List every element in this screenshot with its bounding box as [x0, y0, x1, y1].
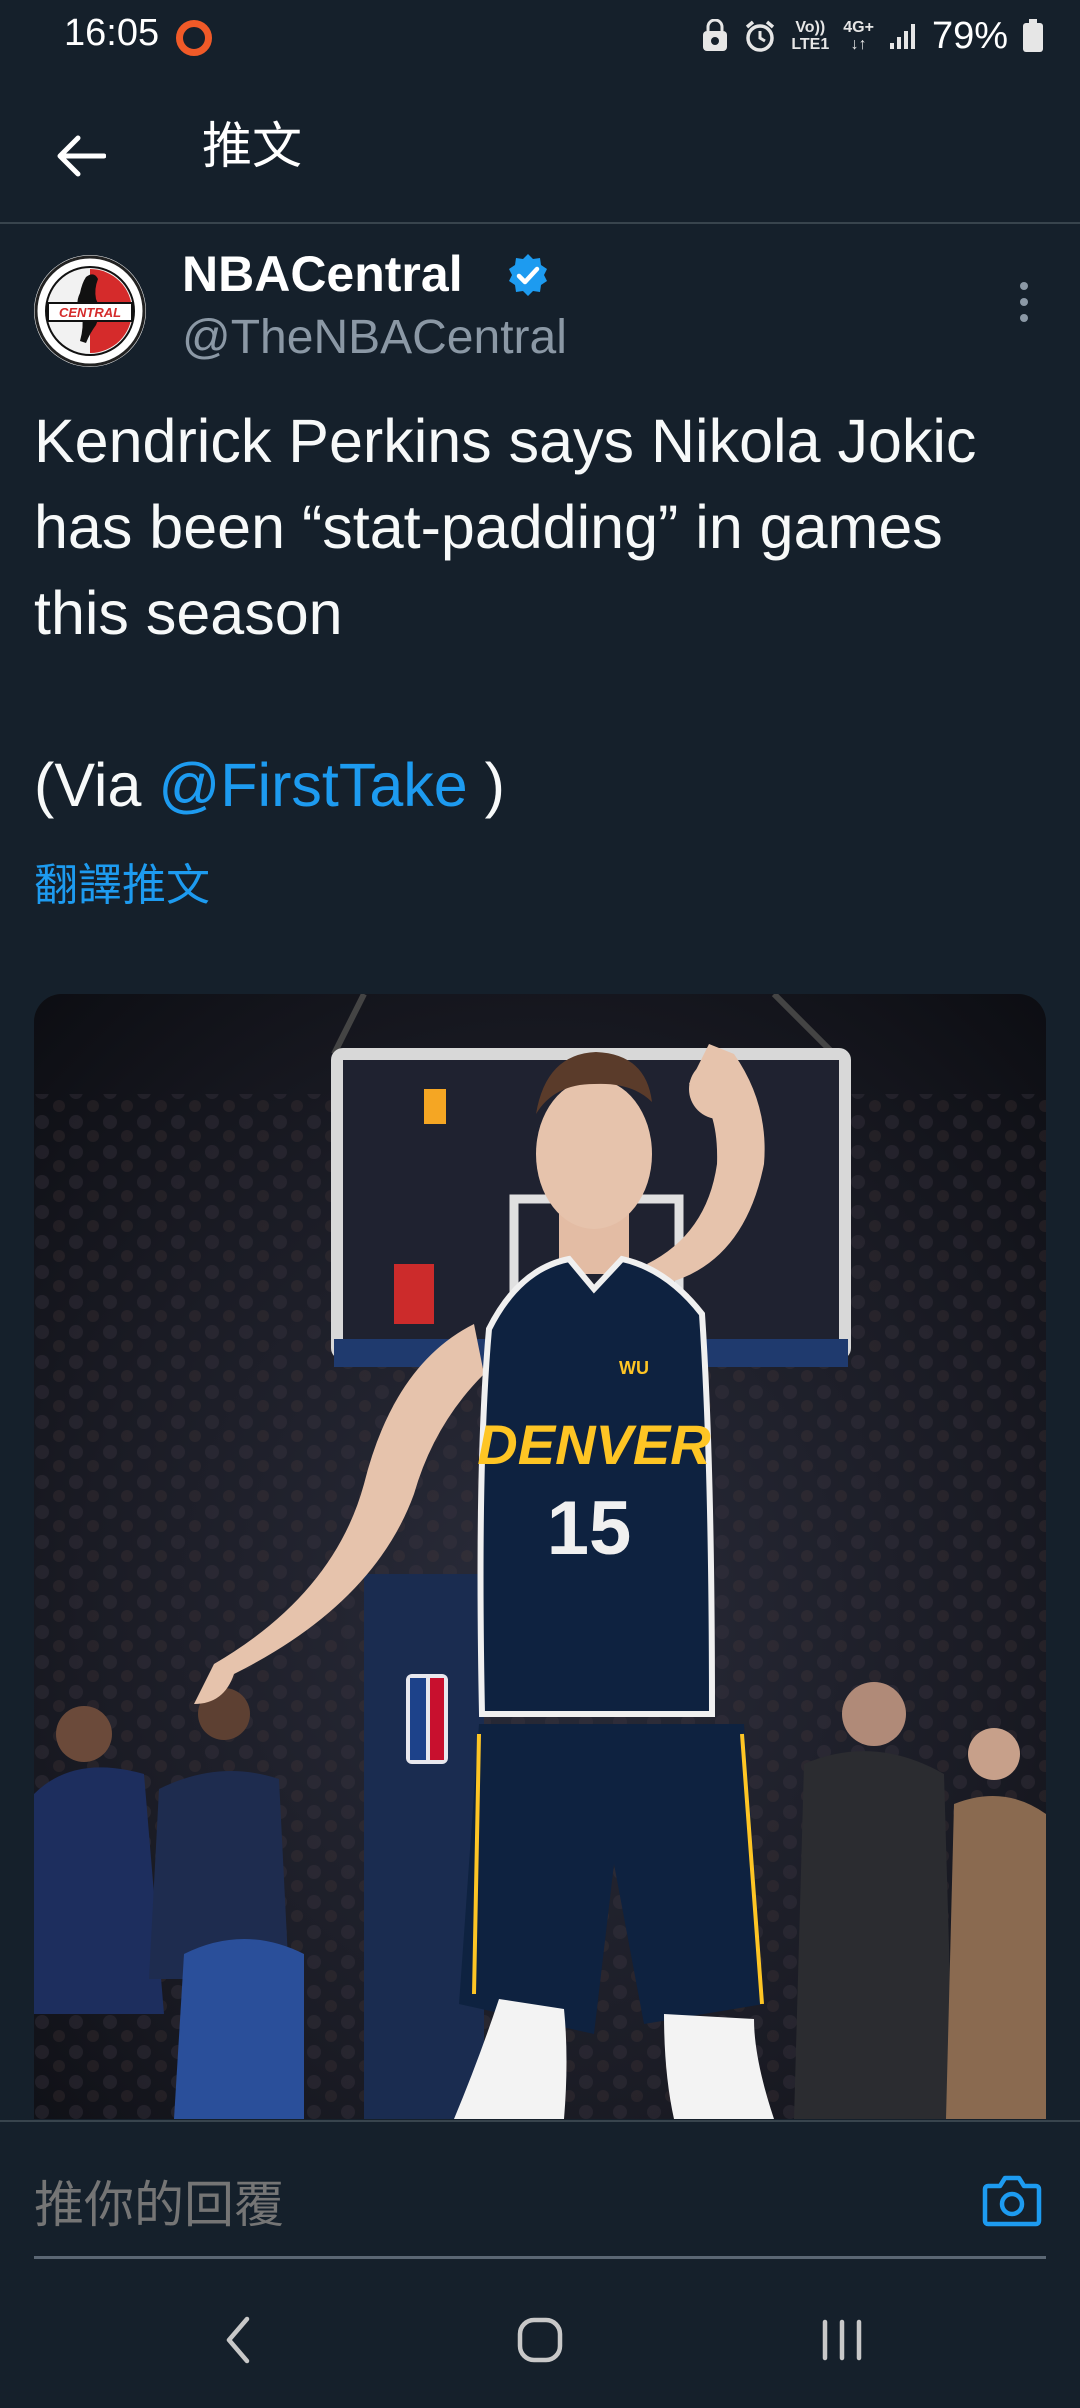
via-prefix: (Via: [34, 751, 159, 819]
alarm-icon: [743, 19, 777, 53]
status-time: 16:05: [64, 12, 160, 54]
nav-home-button[interactable]: [500, 2310, 580, 2370]
camera-button[interactable]: [982, 2172, 1042, 2228]
recorder-ring-icon: [176, 20, 212, 56]
page-title: 推文: [202, 118, 302, 174]
volte-top: Vo)): [795, 19, 826, 36]
handle[interactable]: @TheNBACentral: [182, 308, 567, 368]
volte-icon: Vo)) LTE1: [791, 19, 829, 53]
status-icons: Vo)) LTE1 4G+ ↓↑ 79%: [701, 10, 1044, 62]
display-name[interactable]: NBACentral: [182, 244, 463, 304]
recents-icon: [822, 2319, 862, 2361]
chevron-left-icon: [226, 2316, 250, 2364]
lock-alt-icon: [701, 19, 729, 53]
tweet-text: Kendrick Perkins says Nikola Jokic has b…: [34, 407, 977, 647]
more-options-button[interactable]: [1000, 274, 1048, 330]
nav-back-button[interactable]: [198, 2310, 278, 2370]
avatar-text: CENTRAL: [59, 305, 121, 320]
nba-central-logo: CENTRAL: [34, 255, 146, 367]
jersey-team: DENVER: [477, 1413, 711, 1476]
translate-link[interactable]: 翻譯推文: [34, 856, 210, 916]
signal-icon: [888, 21, 918, 51]
jersey-patch: WU: [619, 1358, 649, 1378]
nav-recents-button[interactable]: [802, 2310, 882, 2370]
dot-icon: [1020, 298, 1028, 306]
battery-percent: 79%: [931, 14, 1008, 57]
home-icon: [517, 2317, 563, 2363]
arrow-left-icon: [57, 135, 106, 177]
verified-badge-icon: [504, 252, 552, 300]
avatar[interactable]: CENTRAL: [34, 255, 146, 367]
back-button[interactable]: [40, 116, 120, 196]
volte-bottom: LTE1: [791, 36, 830, 53]
app-header: 推文: [0, 72, 1080, 224]
reply-underline: [34, 2256, 1046, 2259]
camera-icon: [982, 2175, 1042, 2227]
net-type: 4G+: [843, 19, 874, 36]
jersey-number: 15: [547, 1486, 632, 1571]
status-bar: 16:05 Vo)) LTE1 4G+ ↓↑ 79%: [0, 0, 1080, 72]
tweet-via: (Via @FirstTake ): [34, 742, 505, 828]
dot-icon: [1020, 282, 1028, 290]
via-suffix: ): [467, 751, 505, 819]
dot-icon: [1020, 314, 1028, 322]
tweet-image[interactable]: DENVER 15 WU: [34, 994, 1046, 2119]
reply-input[interactable]: [34, 2170, 934, 2240]
mention-link[interactable]: @FirstTake: [158, 751, 467, 819]
battery-icon: [1022, 19, 1044, 53]
4g-icon: 4G+ ↓↑: [843, 19, 874, 53]
